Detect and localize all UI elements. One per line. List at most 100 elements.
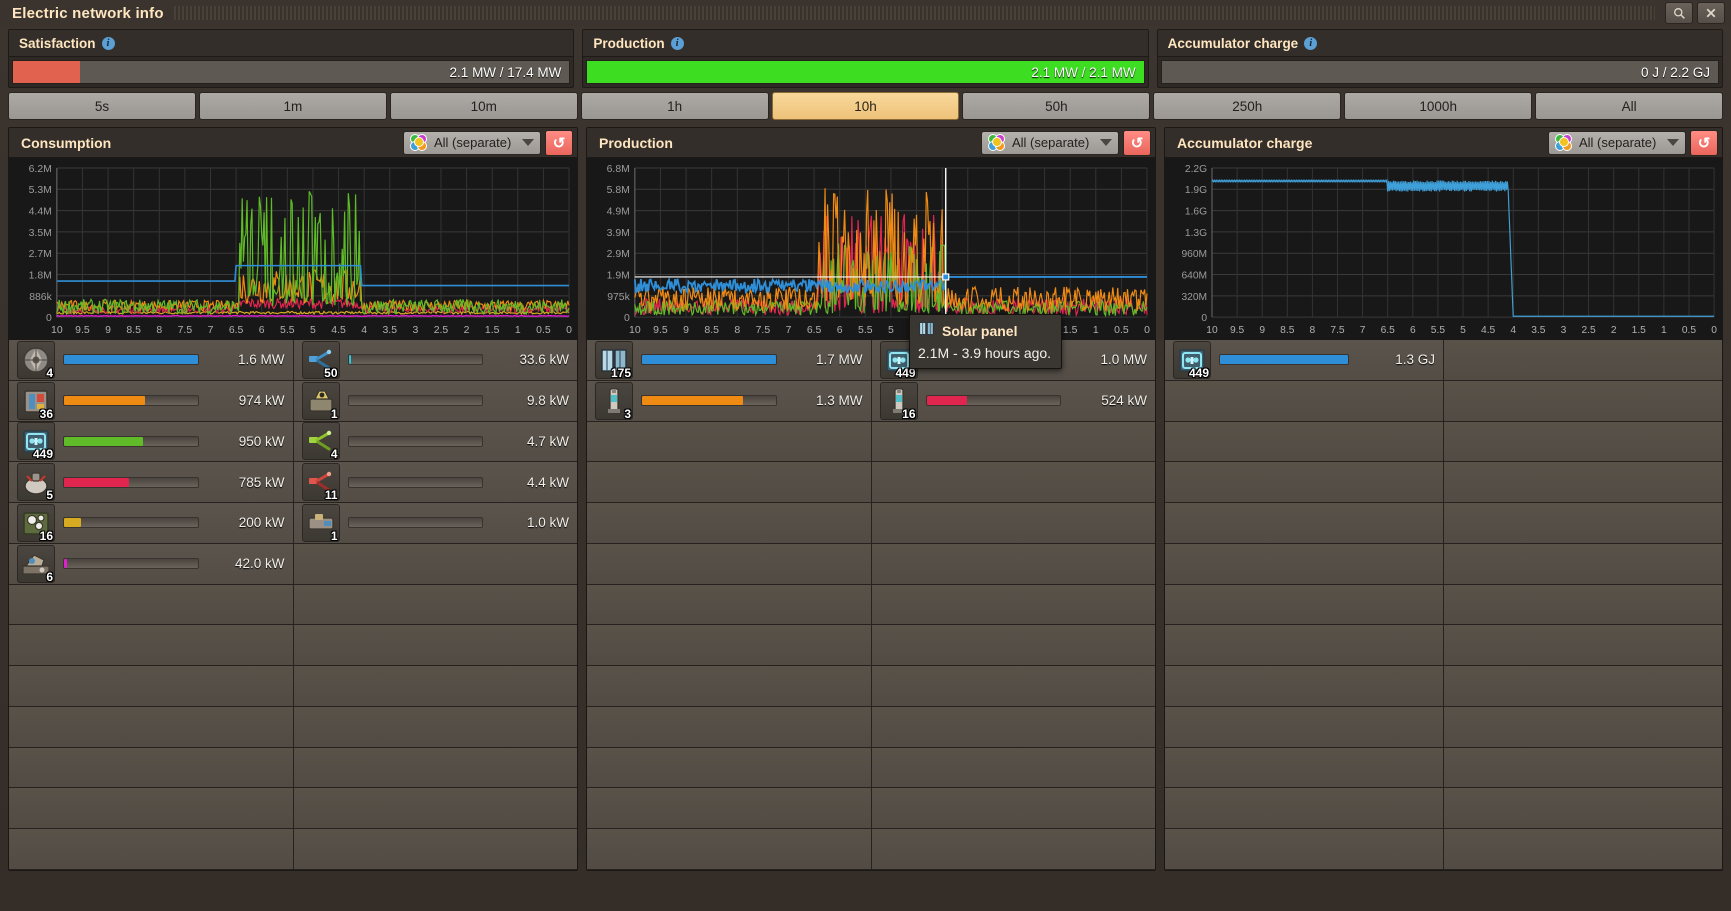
item-value: 9.8 kW	[491, 393, 569, 408]
time-tab-1000h[interactable]: 1000h	[1344, 92, 1532, 120]
item-bar-fill	[64, 478, 129, 487]
list-item[interactable]: 5785 kW	[9, 462, 293, 503]
list-item[interactable]: 16524 kW	[872, 381, 1156, 422]
item-bar-fill	[1220, 355, 1348, 364]
time-tab-1h[interactable]: 1h	[581, 92, 769, 120]
time-tab-50h[interactable]: 50h	[962, 92, 1150, 120]
svg-text:7.5: 7.5	[178, 325, 193, 336]
svg-text:5.5: 5.5	[858, 325, 873, 336]
window-drag-handle[interactable]	[174, 6, 1655, 20]
pump-icon: 1	[302, 504, 340, 542]
cluster-icon	[410, 134, 428, 152]
list-item[interactable]: 36974 kW	[9, 381, 293, 422]
list-item[interactable]: 642.0 kW	[9, 544, 293, 585]
svg-text:5: 5	[310, 325, 316, 336]
list-item-empty	[1165, 462, 1443, 503]
production-reset-button[interactable]: ↺	[1123, 130, 1151, 156]
item-value: 33.6 kW	[491, 352, 569, 367]
svg-text:9: 9	[1259, 325, 1265, 336]
summary-header: Satisfaction i	[9, 30, 573, 57]
summary-card-accumulator-charge: Accumulator charge i 0 J / 2.2 GJ	[1157, 29, 1723, 88]
svg-text:1.5: 1.5	[1632, 325, 1646, 336]
accumulator-filter-dropdown[interactable]: All (separate)	[1548, 131, 1686, 155]
close-icon[interactable]	[1697, 2, 1725, 24]
list-item-empty	[1444, 381, 1722, 422]
list-item-empty	[872, 462, 1156, 503]
time-tab-10h[interactable]: 10h	[772, 92, 960, 120]
svg-text:6.2M: 6.2M	[29, 164, 52, 175]
panels-row: Consumption All (separate) ↺ 6.2M5.3M4.4…	[0, 124, 1731, 879]
svg-text:8.5: 8.5	[1280, 325, 1294, 336]
consumption-chart[interactable]: 6.2M5.3M4.4M3.5M2.7M1.8M886k0109.598.587…	[9, 158, 577, 340]
list-item[interactable]: 16200 kW	[9, 503, 293, 544]
accumulator-chart[interactable]: 2.2G1.9G1.6G1.3G960M640M320M0109.598.587…	[1165, 158, 1722, 340]
item-count: 4	[46, 367, 53, 379]
list-item[interactable]: 44.7 kW	[294, 422, 578, 463]
consumption-filter-dropdown[interactable]: All (separate)	[403, 131, 541, 155]
list-item[interactable]: 1 1.0 kW	[294, 503, 578, 544]
list-item-empty	[1444, 340, 1722, 381]
time-tab-All[interactable]: All	[1535, 92, 1723, 120]
svg-text:7: 7	[1360, 325, 1366, 336]
svg-text:4.9M: 4.9M	[607, 207, 630, 218]
item-bar-fill	[64, 559, 67, 568]
svg-text:1: 1	[1661, 325, 1667, 336]
list-item[interactable]: 4491.3 GJ	[1165, 340, 1443, 381]
list-item[interactable]: 19.8 kW	[294, 381, 578, 422]
dropdown-label: All (separate)	[1579, 135, 1661, 150]
search-icon[interactable]	[1665, 2, 1693, 24]
accumulator-list-column-left: 4491.3 GJ	[1165, 340, 1444, 870]
list-item-empty	[1165, 788, 1443, 829]
list-item-empty	[294, 829, 578, 870]
list-item[interactable]: 1751.7 MW	[587, 340, 871, 381]
list-item-empty	[1165, 544, 1443, 585]
chart-tooltip: Solar panel 2.1M - 3.9 hours ago.	[909, 314, 1062, 369]
list-item-empty	[294, 585, 578, 626]
svg-text:8: 8	[156, 325, 162, 336]
time-tab-10m[interactable]: 10m	[390, 92, 578, 120]
list-item-empty	[9, 788, 293, 829]
production-chart[interactable]: 6.8M5.8M4.9M3.9M2.9M1.9M975k0109.598.587…	[587, 158, 1155, 340]
panel-title: Production	[599, 135, 981, 151]
svg-text:2.9M: 2.9M	[607, 249, 630, 260]
svg-text:1: 1	[515, 325, 521, 336]
list-item-empty	[872, 748, 1156, 789]
panel-accumulator-charge: Accumulator charge All (separate) ↺ 2.2G…	[1164, 127, 1723, 871]
svg-text:5.5: 5.5	[1431, 325, 1445, 336]
lab-icon: 5	[17, 463, 55, 501]
list-item[interactable]: 5033.6 kW	[294, 340, 578, 381]
info-icon[interactable]: i	[102, 37, 115, 50]
list-item[interactable]: 41.6 MW	[9, 340, 293, 381]
item-value: 1.0 kW	[491, 515, 569, 530]
list-item-empty	[1165, 503, 1443, 544]
production-value: 2.1 MW / 2.1 MW	[1031, 65, 1135, 80]
production-filter-dropdown[interactable]: All (separate)	[981, 131, 1119, 155]
info-icon[interactable]: i	[1304, 37, 1317, 50]
list-item[interactable]: 114.4 kW	[294, 462, 578, 503]
list-item-empty	[587, 422, 871, 463]
list-item[interactable]: 449950 kW	[9, 422, 293, 463]
svg-text:9.5: 9.5	[653, 325, 668, 336]
info-icon[interactable]: i	[671, 37, 684, 50]
svg-text:3: 3	[1561, 325, 1567, 336]
item-bar	[1219, 354, 1349, 365]
list-item-empty	[587, 748, 871, 789]
panel-header: Production All (separate) ↺	[587, 128, 1155, 158]
consumption-reset-button[interactable]: ↺	[545, 130, 573, 156]
svg-text:3: 3	[412, 325, 418, 336]
list-item-empty	[587, 829, 871, 870]
list-item-empty	[587, 544, 871, 585]
svg-text:8: 8	[734, 325, 740, 336]
time-tab-250h[interactable]: 250h	[1153, 92, 1341, 120]
list-item-empty	[1444, 666, 1722, 707]
time-tab-5s[interactable]: 5s	[8, 92, 196, 120]
item-count: 449	[1189, 367, 1209, 379]
accumulator-reset-button[interactable]: ↺	[1690, 130, 1718, 156]
consumption-list-column-left: 41.6 MW36974 kW449950 kW5785 kW16200 kW6…	[9, 340, 294, 870]
list-item-empty	[1444, 422, 1722, 463]
item-value: 42.0 kW	[207, 556, 285, 571]
list-item[interactable]: 31.3 MW	[587, 381, 871, 422]
svg-text:10: 10	[51, 325, 63, 336]
list-item-empty	[1444, 503, 1722, 544]
time-tab-1m[interactable]: 1m	[199, 92, 387, 120]
